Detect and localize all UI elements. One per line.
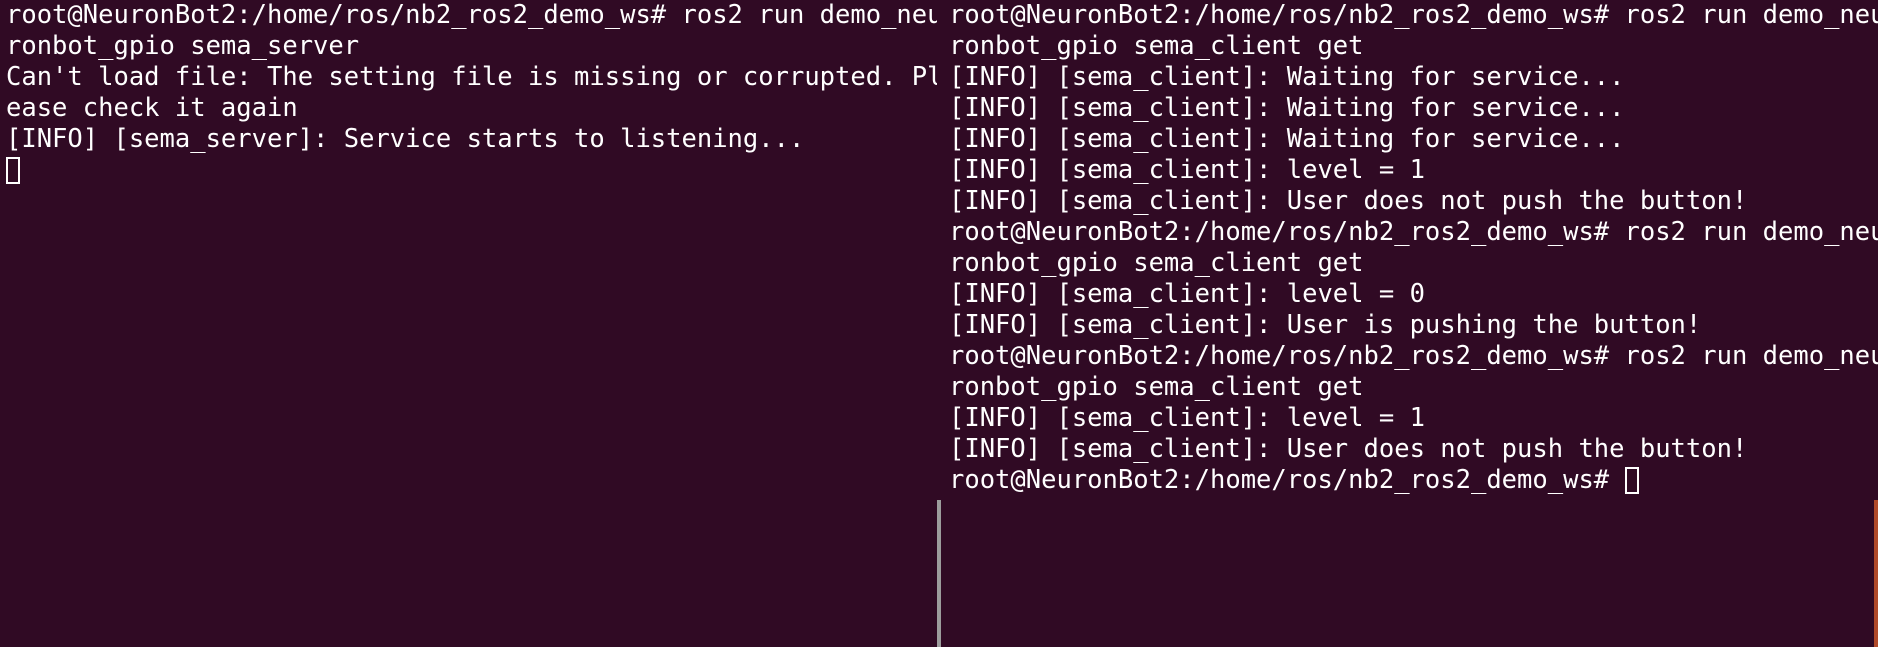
terminal-output-left: root@NeuronBot2:/home/ros/nb2_ros2_demo_…: [6, 0, 937, 186]
terminal-line: ronbot_gpio sema_client get: [949, 31, 1364, 61]
terminal-line: [INFO] [sema_client]: User does not push…: [949, 186, 1748, 216]
terminal-line: [INFO] [sema_client]: Waiting for servic…: [949, 62, 1625, 92]
terminal-line: ronbot_gpio sema_client get: [949, 372, 1364, 402]
terminal-line: [INFO] [sema_client]: level = 1: [949, 155, 1425, 185]
terminal-window[interactable]: root@NeuronBot2:/home/ros/nb2_ros2_demo_…: [0, 0, 1878, 647]
terminal-pane-left[interactable]: root@NeuronBot2:/home/ros/nb2_ros2_demo_…: [0, 0, 937, 647]
terminal-line: ease check it again: [6, 93, 298, 123]
shell-prompt: root@NeuronBot2:/home/ros/nb2_ros2_demo_…: [949, 465, 1625, 495]
terminal-line: [INFO] [sema_client]: Waiting for servic…: [949, 124, 1625, 154]
scrollbar-accent[interactable]: [1874, 500, 1878, 647]
terminal-line: ronbot_gpio sema_server: [6, 31, 360, 61]
terminal-line: [INFO] [sema_client]: level = 1: [949, 403, 1425, 433]
terminal-prompt-line[interactable]: root@NeuronBot2:/home/ros/nb2_ros2_demo_…: [949, 465, 1878, 496]
terminal-output-right: root@NeuronBot2:/home/ros/nb2_ros2_demo_…: [949, 0, 1878, 496]
text-cursor: [6, 157, 20, 184]
terminal-pane-right[interactable]: root@NeuronBot2:/home/ros/nb2_ros2_demo_…: [943, 0, 1878, 647]
terminal-line: root@NeuronBot2:/home/ros/nb2_ros2_demo_…: [949, 217, 1878, 247]
pane-divider[interactable]: [937, 500, 941, 647]
terminal-line: [INFO] [sema_client]: level = 0: [949, 279, 1425, 309]
terminal-line: ronbot_gpio sema_client get: [949, 248, 1364, 278]
terminal-line: [INFO] [sema_client]: Waiting for servic…: [949, 93, 1625, 123]
terminal-line: root@NeuronBot2:/home/ros/nb2_ros2_demo_…: [949, 341, 1878, 371]
terminal-line: Can't load file: The setting file is mis…: [6, 62, 937, 92]
terminal-line: root@NeuronBot2:/home/ros/nb2_ros2_demo_…: [949, 0, 1878, 30]
terminal-line: root@NeuronBot2:/home/ros/nb2_ros2_demo_…: [6, 0, 937, 30]
terminal-line: [INFO] [sema_server]: Service starts to …: [6, 124, 805, 154]
terminal-line: [INFO] [sema_client]: User is pushing th…: [949, 310, 1702, 340]
terminal-cursor-line[interactable]: [6, 155, 937, 186]
text-cursor: [1624, 467, 1639, 494]
terminal-line: [INFO] [sema_client]: User does not push…: [949, 434, 1748, 464]
